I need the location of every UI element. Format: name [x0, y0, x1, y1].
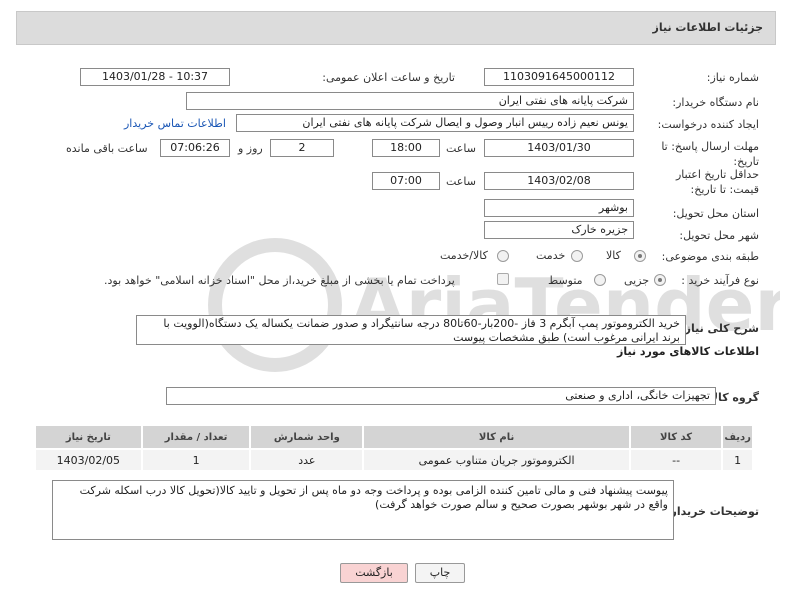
col-header-quantity: تعداد / مقدار: [140, 424, 252, 450]
buyer-notes-field: پیوست پیشنهاد فنی و مالی تامین کننده الز…: [52, 480, 674, 540]
validity-label: حداقل تاریخ اعتبار قیمت: تا تاریخ:: [675, 168, 759, 196]
col-header-row-number: ردیف: [721, 424, 754, 450]
need-number-field: 1103091645000112: [484, 68, 634, 86]
category-option-goods: کالا: [606, 249, 621, 262]
cell-item-code: --: [628, 448, 724, 472]
category-option-goods-service: کالا/خدمت: [440, 249, 488, 262]
page-title: جزئیات اطلاعات نیاز: [652, 21, 764, 34]
cell-unit: عدد: [249, 448, 365, 472]
deadline-date-field: 1403/01/30: [484, 139, 634, 157]
process-radio-medium[interactable]: [594, 274, 606, 286]
category-radio-service[interactable]: [571, 250, 583, 262]
creator-field: یونس نعیم زاده رییس انبار وصول و ایصال ش…: [236, 114, 634, 132]
deadline-days-field: 2: [270, 139, 334, 157]
category-label: طبقه بندی موضوعی:: [661, 250, 759, 263]
city-label: شهر محل تحویل:: [679, 229, 759, 242]
city-field: جزیره خارک: [484, 221, 634, 239]
announce-datetime-field: 1403/01/28 - 10:37: [80, 68, 230, 86]
validity-time-field: 07:00: [372, 172, 440, 190]
treasury-payment-note: پرداخت تمام یا بخشی از مبلغ خرید،از محل …: [104, 274, 455, 287]
col-header-need-date: تاریخ نیاز: [34, 424, 143, 450]
creator-label: ایجاد کننده درخواست:: [657, 118, 759, 131]
process-option-minor: جزیی: [624, 274, 650, 287]
back-button[interactable]: بازگشت: [340, 563, 408, 583]
buyer-org-field: شرکت پایانه های نفتی ایران: [186, 92, 634, 110]
deadline-time-field: 18:00: [372, 139, 440, 157]
treasury-payment-checkbox[interactable]: [497, 273, 509, 285]
goods-table: ردیف کد کالا نام کالا واحد شمارش تعداد /…: [34, 424, 754, 472]
need-number-label: شماره نیاز:: [706, 71, 759, 84]
province-field: بوشهر: [484, 199, 634, 217]
print-button[interactable]: چاپ: [415, 563, 465, 583]
col-header-unit: واحد شمارش: [249, 424, 365, 450]
category-option-service: خدمت: [536, 249, 566, 262]
col-header-item-name: نام کالا: [362, 424, 631, 450]
goods-group-field: تجهیزات خانگی، اداری و صنعتی: [166, 387, 716, 405]
announce-label: تاریخ و ساعت اعلان عمومی:: [322, 71, 455, 84]
goods-table-header-row: ردیف کد کالا نام کالا واحد شمارش تعداد /…: [34, 424, 754, 450]
deadline-time-label: ساعت: [446, 142, 476, 155]
description-label: شرح کلی نیاز:: [680, 322, 759, 335]
province-label: استان محل تحویل:: [672, 207, 759, 220]
cell-quantity: 1: [140, 448, 252, 472]
validity-date-field: 1403/02/08: [484, 172, 634, 190]
deadline-label: مهلت ارسال پاسخ: تا تاریخ:: [661, 140, 759, 168]
validity-time-label: ساعت: [446, 175, 476, 188]
description-field: خرید الکتروموتور پمپ آبگرم 3 فاز -200بار…: [136, 315, 686, 345]
buyer-notes-label: توضیحات خریدار:: [666, 505, 759, 518]
process-label: نوع فرآیند خرید :: [681, 274, 759, 287]
category-radio-goods[interactable]: [634, 250, 646, 262]
cell-item-name: الکتروموتور جریان متناوب عمومی: [362, 448, 631, 472]
remaining-time-label: ساعت باقی مانده: [66, 142, 148, 155]
process-option-medium: متوسط: [548, 274, 583, 287]
buyer-contact-link[interactable]: اطلاعات تماس خریدار: [124, 117, 226, 130]
buyer-org-label: نام دستگاه خریدار:: [672, 96, 759, 109]
col-header-item-code: کد کالا: [628, 424, 724, 450]
cell-row-number: 1: [721, 448, 754, 472]
table-row: 1 -- الکتروموتور جریان متناوب عمومی عدد …: [34, 448, 754, 472]
goods-info-title: اطلاعات کالاهای مورد نیاز: [617, 345, 759, 358]
deadline-days-label: روز و: [238, 142, 263, 155]
remaining-time-field: 07:06:26: [160, 139, 230, 157]
category-radio-goods-service[interactable]: [497, 250, 509, 262]
page-header: جزئیات اطلاعات نیاز: [16, 11, 776, 45]
process-radio-minor[interactable]: [654, 274, 666, 286]
cell-need-date: 1403/02/05: [34, 448, 143, 472]
